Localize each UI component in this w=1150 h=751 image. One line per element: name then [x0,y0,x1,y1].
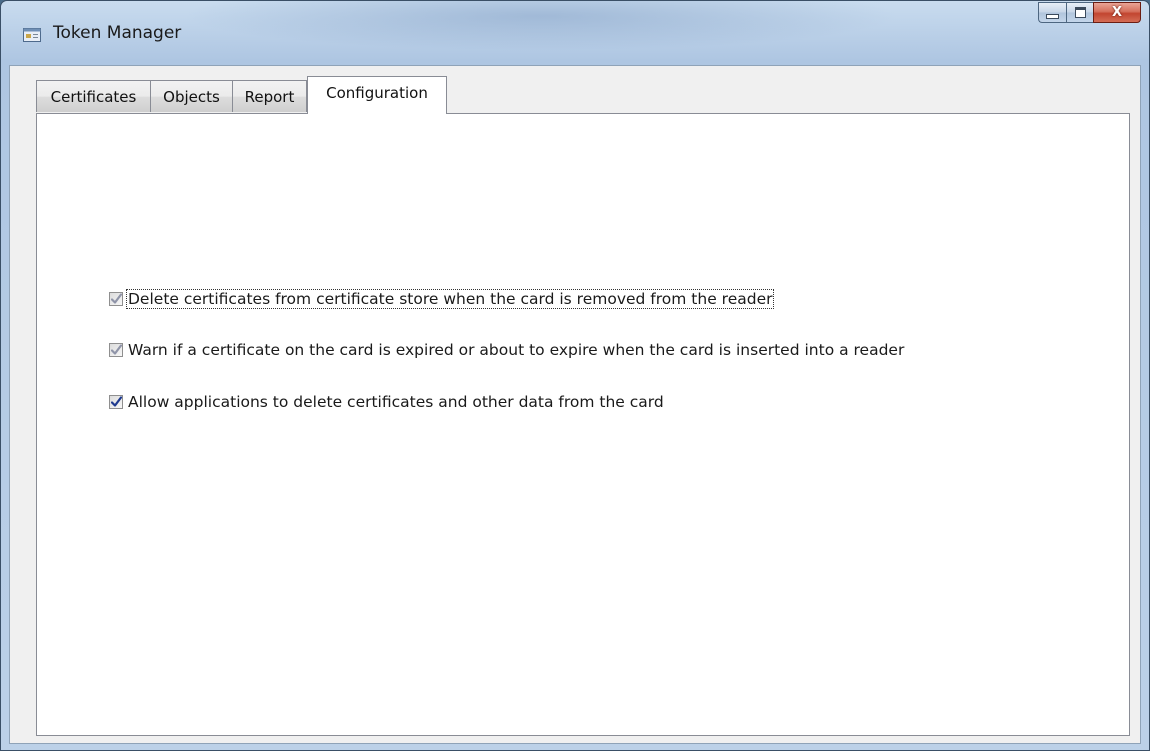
allow-app-delete-checkbox[interactable] [109,395,123,409]
minimize-button[interactable] [1038,2,1066,23]
option-warn-expired-cert[interactable]: Warn if a certificate on the card is exp… [109,339,905,361]
option-allow-app-delete[interactable]: Allow applications to delete certificate… [109,391,665,413]
delete-certs-label[interactable]: Delete certificates from certificate sto… [125,289,775,309]
maximize-icon [1074,7,1086,18]
tab-certificates[interactable]: Certificates [36,80,151,112]
tab-report[interactable]: Report [232,80,307,112]
warn-expired-label[interactable]: Warn if a certificate on the card is exp… [127,341,905,359]
allow-app-delete-label[interactable]: Allow applications to delete certificate… [127,393,665,411]
maximize-button[interactable] [1066,2,1093,23]
option-delete-certs-on-removal[interactable]: Delete certificates from certificate sto… [109,288,775,310]
token-manager-icon[interactable] [23,27,41,42]
window-title: Token Manager [53,23,182,43]
delete-certs-checkbox[interactable] [109,292,123,306]
tab-objects[interactable]: Objects [150,80,233,112]
close-icon: X [1111,5,1123,20]
tab-strip: Certificates Objects Report Configuratio… [10,66,1140,114]
warn-expired-checkbox[interactable] [109,343,123,357]
close-button[interactable]: X [1093,2,1141,23]
title-bar[interactable]: Token Manager X [1,1,1149,63]
token-manager-window: Token Manager X Certificates Objects Rep… [0,0,1150,751]
tab-configuration[interactable]: Configuration [307,76,447,114]
client-area: Certificates Objects Report Configuratio… [9,65,1141,744]
caption-buttons: X [1038,2,1141,23]
minimize-icon [1046,14,1059,19]
configuration-panel: Delete certificates from certificate sto… [36,113,1130,736]
